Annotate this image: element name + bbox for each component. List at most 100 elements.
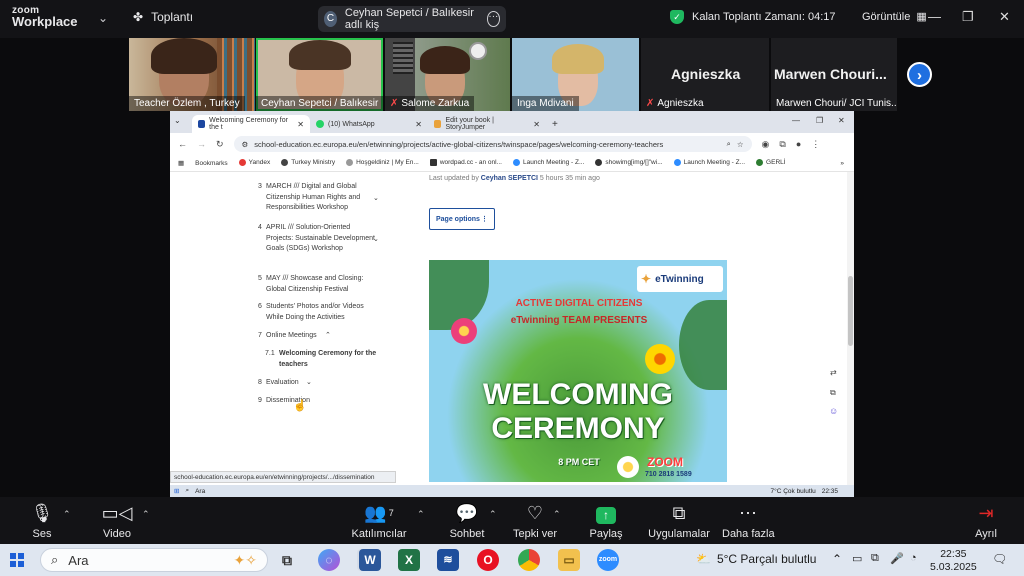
chat-options-caret[interactable]: ⌃	[489, 509, 497, 520]
video-options-caret[interactable]: ⌃	[142, 509, 150, 520]
side-tool-icon[interactable]: ⧉	[830, 388, 836, 398]
meeting-label: Toplantı	[151, 10, 194, 24]
excel-icon[interactable]: X	[398, 549, 420, 571]
browser-restore-button[interactable]: ❐	[816, 116, 823, 125]
minimize-button[interactable]: —	[928, 9, 941, 24]
chrome-icon[interactable]	[518, 549, 540, 571]
wifi-icon[interactable]: ◔	[910, 552, 917, 564]
new-tab-icon[interactable]: +	[546, 119, 564, 133]
view-button[interactable]: Görüntüle ▦	[862, 10, 927, 24]
audio-label: Ses	[32, 528, 52, 540]
participant-tile[interactable]: Teacher Özlem , Turkey	[129, 38, 255, 111]
restore-button[interactable]: ❐	[962, 9, 974, 25]
chevron-up-icon[interactable]: ⌃	[832, 552, 842, 566]
video-button[interactable]: ▭◁ Video	[99, 501, 135, 540]
apps-grid-icon[interactable]: ▦	[178, 159, 184, 167]
bookmark-item[interactable]: Hoşgeldiniz | My En...	[346, 159, 419, 167]
taskbar-search-label: Ara	[68, 552, 89, 568]
close-tab-icon[interactable]: ✕	[533, 120, 540, 129]
browser-close-button[interactable]: ✕	[838, 116, 845, 125]
participants-button[interactable]: 👥 7 Katılımcılar	[351, 501, 407, 540]
chevron-down-icon[interactable]: ⌄	[373, 194, 379, 205]
browser-tab[interactable]: (10) WhatsApp ✕	[310, 115, 428, 133]
more-bookmarks-icon[interactable]: »	[840, 160, 854, 167]
participant-tile[interactable]: Marwen Chouri... Marwen Chouri/ JCI Tuni…	[771, 38, 897, 111]
opera-icon[interactable]: O	[477, 549, 499, 571]
chevron-down-icon[interactable]: ⌄	[98, 11, 108, 25]
task-view-icon[interactable]: ⧉	[276, 549, 298, 571]
meeting-menu[interactable]: ✤ Toplantı	[133, 10, 193, 24]
bookmark-item[interactable]: showimg[img/[]"wi...	[595, 159, 663, 167]
chevron-up-icon[interactable]: ⌃	[325, 331, 331, 342]
app-icon[interactable]: ≋	[437, 549, 459, 571]
taskbar-clock[interactable]: 22:35 5.03.2025	[930, 548, 977, 574]
bookmark-item[interactable]: wordpad.cc - an onl...	[429, 159, 502, 167]
bookmark-star-icon[interactable]: ☆	[737, 140, 744, 149]
bookmark-item[interactable]: Launch Meeting - Z...	[512, 159, 584, 167]
taskbar-search[interactable]: ⌕ Ara ✦✧	[40, 548, 268, 572]
last-updated: Last updated by Ceyhan SEPETCI 5 hours 3…	[429, 175, 600, 182]
close-tab-icon[interactable]: ✕	[297, 120, 304, 129]
participant-tile-active-speaker[interactable]: Ceyhan Sepetci / Balıkesir	[256, 38, 383, 111]
windows-start-button[interactable]	[10, 553, 24, 567]
share-screen-button[interactable]: ↑ Paylaş	[588, 501, 624, 540]
bookmark-item[interactable]: Yandex	[238, 159, 270, 167]
audio-options-caret[interactable]: ⌃	[63, 509, 71, 520]
chevron-down-icon[interactable]: ⌄	[373, 235, 379, 246]
page-options-label: Page options	[436, 215, 480, 223]
bookmark-item[interactable]: Launch Meeting - Z...	[673, 159, 745, 167]
participant-tile[interactable]: Inga Mdivani	[512, 38, 639, 111]
participant-display-name: Agnieszka	[671, 66, 741, 82]
whatsapp-favicon-icon	[316, 120, 324, 128]
more-options-icon[interactable]: ···	[486, 11, 500, 27]
bookmark-item[interactable]: Bookmarks	[195, 160, 228, 167]
scrollbar-thumb[interactable]	[848, 276, 853, 346]
microphone-icon[interactable]: 🎤	[890, 552, 904, 565]
tray-icon[interactable]: ⧉	[871, 552, 879, 565]
leave-button[interactable]: ⇥ Ayrıl	[968, 501, 1004, 540]
chat-bot-icon[interactable]: ☺	[829, 406, 838, 416]
extension-icon[interactable]: ◉	[762, 139, 770, 150]
participants-options-caret[interactable]: ⌃	[417, 509, 425, 520]
browser-minimize-button[interactable]: —	[792, 116, 800, 125]
weather-widget[interactable]: ⛅ 5°C Parçalı bulutlu	[696, 552, 816, 566]
tray-icon[interactable]: ▭	[852, 552, 862, 565]
screen-share-indicator[interactable]: C Ceyhan Sepetci / Balıkesir adlı kiş ··…	[318, 6, 506, 32]
participant-tile[interactable]: Agnieszka ✗ Agnieszka	[641, 38, 769, 111]
participant-tile[interactable]: ✗ Salome Zarkua	[385, 38, 510, 111]
more-button[interactable]: ⋯ Daha fazla	[722, 501, 775, 540]
copilot-icon[interactable]: ◌	[318, 549, 340, 571]
apps-button[interactable]: ⧉ Uygulamalar	[648, 501, 710, 540]
windows-start-icon: ⊞	[174, 488, 180, 495]
bookmark-item[interactable]: Turkey Ministry	[281, 159, 335, 167]
zoom-icon[interactable]: ⌕	[727, 139, 731, 149]
bookmark-item[interactable]: GERLİ	[756, 159, 786, 167]
word-icon[interactable]: W	[359, 549, 381, 571]
back-icon[interactable]: ←	[178, 139, 187, 149]
close-tab-icon[interactable]: ✕	[415, 120, 422, 129]
next-page-arrow-icon[interactable]: ›	[907, 62, 932, 87]
extensions-puzzle-icon[interactable]: ⧉	[779, 139, 785, 150]
zoom-app-icon[interactable]: zoom	[597, 549, 619, 571]
browser-tab[interactable]: Edit your book | StoryJumper ✕	[428, 115, 546, 133]
browser-menu-icon[interactable]: ⋮	[811, 139, 820, 150]
folder-icon[interactable]: ▭	[558, 549, 580, 571]
close-button[interactable]: ✕	[999, 9, 1010, 25]
reactions-options-caret[interactable]: ⌃	[553, 509, 561, 520]
hair	[420, 46, 470, 74]
address-bar[interactable]: ⚙ school-education.ec.europa.eu/en/etwin…	[233, 136, 752, 152]
page-options-button[interactable]: Page options ⋮	[429, 208, 495, 230]
tab-list-icon[interactable]: ⌄	[174, 116, 181, 125]
chevron-down-icon[interactable]: ⌄	[306, 378, 312, 389]
tab-label: Welcoming Ceremony for the t	[209, 117, 288, 131]
audio-button[interactable]: 🎙 Ses	[26, 501, 58, 540]
browser-tab[interactable]: Welcoming Ceremony for the t ✕	[192, 115, 310, 133]
side-tool-icon[interactable]: ⇄	[830, 368, 837, 377]
reload-icon[interactable]: ↻	[216, 139, 224, 150]
notification-icon[interactable]: 🗨	[992, 552, 1007, 566]
reactions-button[interactable]: ♡ Tepki ver	[512, 501, 558, 540]
profile-icon[interactable]: ●	[796, 139, 801, 149]
chat-button[interactable]: 💬 Sohbet	[449, 501, 485, 540]
sunflower-icon	[645, 344, 675, 374]
forward-icon[interactable]: →	[197, 139, 206, 149]
